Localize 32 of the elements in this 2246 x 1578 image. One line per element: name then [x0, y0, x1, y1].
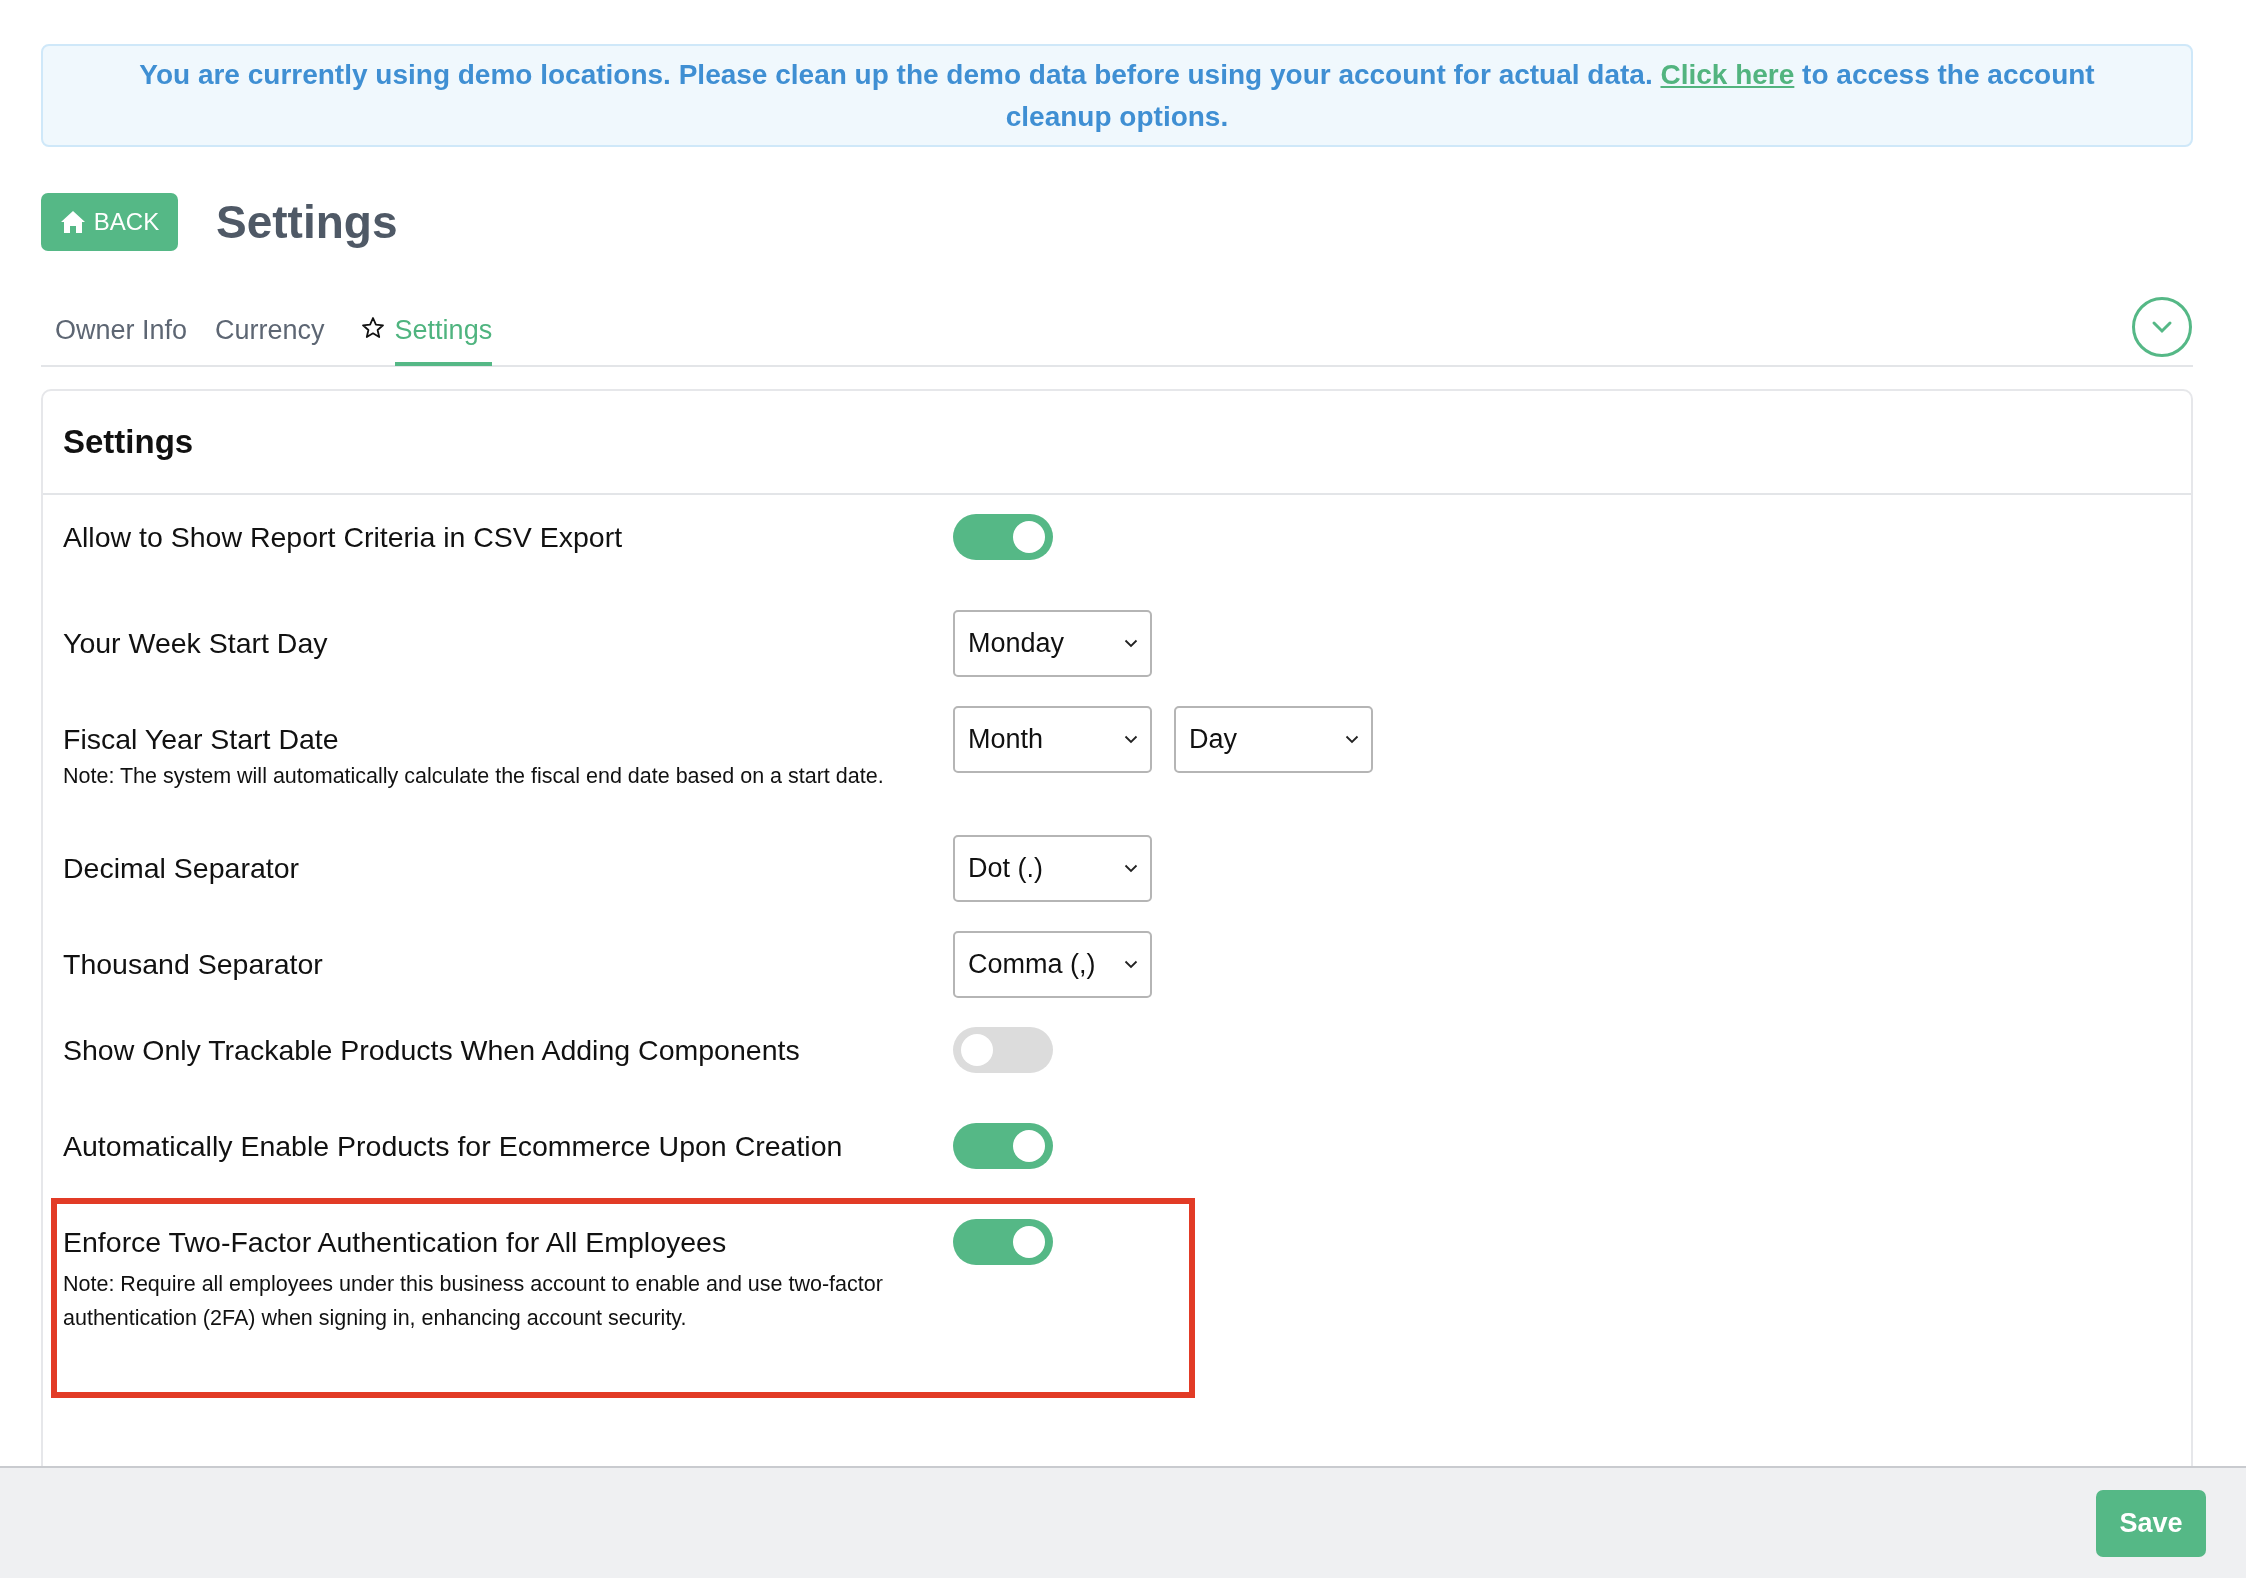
toggle-switch[interactable]	[953, 1027, 1053, 1073]
setting-note: Note: The system will automatically calculate the fiscal end date based on a start date.	[63, 763, 885, 790]
panel-title: Settings	[43, 391, 2191, 495]
setting-label: Automatically Enable Products for Ecommerce Upon Creation	[63, 1129, 844, 1164]
chevron-down-icon	[1124, 960, 1138, 969]
dropdown[interactable]: Dot (.)	[953, 835, 1152, 902]
chevron-down-icon	[1124, 735, 1138, 744]
chevron-down-icon	[1345, 735, 1359, 744]
chevron-down-icon	[1124, 864, 1138, 873]
dropdown[interactable]: Month	[953, 706, 1152, 773]
setting-label: Fiscal Year Start Date	[63, 722, 340, 757]
setting-label: Your Week Start Day	[63, 626, 329, 661]
dropdown[interactable]: Day	[1174, 706, 1373, 773]
setting-note: Note: Require all employees under this business account to enable and use two-factor authentication (2FA) when signing in, enhancing account security.	[63, 1271, 884, 1332]
setting-label: Allow to Show Report Criteria in CSV Export	[63, 520, 624, 555]
tab[interactable]: Owner Info	[41, 298, 202, 366]
setting-label: Decimal Separator	[63, 851, 300, 886]
toggle-switch[interactable]	[953, 1219, 1053, 1265]
demo-notice-text: You are currently using demo locations. Please clean up the demo data before using your account for actual data. Click here to access the account cleanup options.	[138, 57, 2096, 134]
collapse-button[interactable]	[2132, 297, 2192, 357]
chevron-down-icon	[1124, 639, 1138, 648]
dropdown[interactable]: Monday	[953, 610, 1152, 677]
page-title: Settings	[216, 195, 398, 249]
dropdown[interactable]: Comma (,)	[953, 931, 1152, 998]
toggle-switch[interactable]	[953, 1123, 1053, 1169]
setting-label: Show Only Trackable Products When Adding Components	[63, 1033, 801, 1068]
setting-label: Thousand Separator	[63, 947, 324, 982]
home-icon	[59, 210, 86, 234]
setting-label: Enforce Two-Factor Authentication for All Employees	[63, 1225, 728, 1260]
chevron-down-icon	[2151, 320, 2173, 334]
toggle-switch[interactable]	[953, 514, 1053, 560]
tab[interactable]: Currency	[201, 298, 339, 366]
